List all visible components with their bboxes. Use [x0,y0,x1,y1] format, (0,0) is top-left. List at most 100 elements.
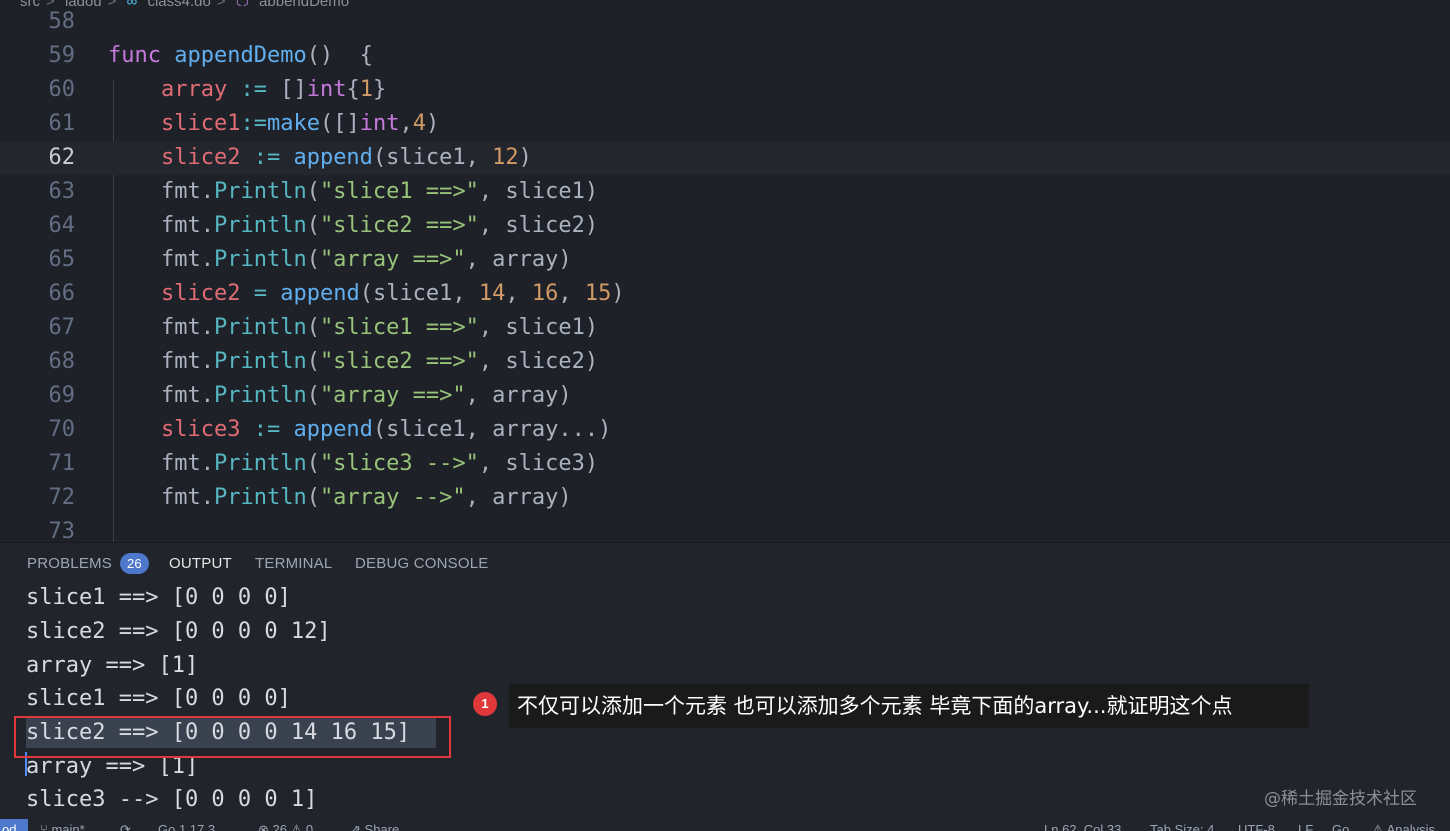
code-token: "slice2 ==>" [319,349,479,374]
code-token: = [240,281,281,306]
code-token: Println [213,247,307,272]
code-token: Println [213,451,307,476]
tab-terminal[interactable]: TERMINAL [255,543,332,585]
eol-status[interactable]: LF [1298,819,1313,831]
code-line[interactable]: 71 fmt.Println("slice3 -->", slice3) [0,447,1450,481]
code-token: := [240,111,267,136]
line-number: 73 [48,519,76,542]
code-token: ) [518,145,532,170]
code-text: slice2 := append(slice1, 12) [108,141,532,175]
watermark: @稀土掘金技术社区 [1264,789,1417,809]
code-token: "slice2 ==>" [319,213,479,238]
code-line[interactable]: 63 fmt.Println("slice1 ==>", slice1) [0,175,1450,209]
problems-status[interactable]: ⊗ 26 ⚠ 0 [258,819,313,831]
language-status[interactable]: Go [1332,819,1349,831]
code-text: array := []int{1} [108,73,386,107]
code-token: ( [306,213,320,238]
code-token: ( [306,315,320,340]
code-token: slice2 [160,281,241,306]
code-token: fmt. [108,213,214,238]
annotation-callout: 不仅可以添加一个元素 也可以添加多个元素 毕竟下面的array...就证明这个点 [509,684,1309,728]
code-token: fmt. [108,315,214,340]
code-text: func appendDemo() { [108,39,373,73]
branch-status[interactable]: ⑂ main* [40,819,85,831]
code-token: ) [611,281,625,306]
line-number: 63 [48,179,76,204]
code-token: := [240,417,294,442]
share-label: Share [364,822,400,831]
code-text: slice3 := append(slice1, array...) [108,413,611,447]
code-line[interactable]: 72 fmt.Println("array -->", array) [0,481,1450,515]
tab-output[interactable]: OUTPUT [169,543,232,585]
code-token: func [108,43,161,68]
code-token: slice2 [160,145,241,170]
line-number: 70 [48,417,76,442]
code-token: , [505,281,532,306]
code-line[interactable]: 61 slice1:=make([]int,4) [0,107,1450,141]
code-token: "array -->" [319,485,466,510]
code-token: 15 [584,281,612,306]
tab-size-status[interactable]: Tab Size: 4 [1150,819,1214,831]
code-editor[interactable]: 58 59 func appendDemo() {60 array := []int… [0,6,1450,542]
code-line[interactable]: 70 slice3 := append(slice1, array...) [0,413,1450,447]
code-text: fmt.Println("slice3 -->", slice3) [108,447,598,481]
tab-terminal-label: TERMINAL [255,555,333,572]
code-token: Println [213,213,307,238]
code-line[interactable]: 58 [0,6,1450,39]
analysis-label: Analysis [1386,822,1435,831]
code-text: fmt.Println("array -->", array) [108,481,572,515]
code-line[interactable]: 65 fmt.Println("array ==>", array) [0,243,1450,277]
code-line[interactable]: 68 fmt.Println("slice2 ==>", slice2) [0,345,1450,379]
code-token: , slice2) [478,213,599,238]
remote-indicator[interactable]: od [0,819,28,831]
code-token: , [558,281,585,306]
line-number: 69 [48,383,76,408]
code-line[interactable]: 62 slice2 := append(slice1, 12) [0,141,1450,175]
code-token: , slice3) [478,451,599,476]
code-token: , [399,111,413,136]
code-token: ( [306,247,320,272]
code-line[interactable]: 73 [0,515,1450,542]
code-token: (slice1, array...) [372,417,612,442]
annotation-highlight-box [14,716,451,758]
line-number: 60 [48,77,76,102]
code-token: ( [306,485,320,510]
code-token: ( [306,349,320,374]
tab-debug-console[interactable]: DEBUG CONSOLE [355,543,488,585]
code-text: slice1:=make([]int,4) [108,107,439,141]
encoding-status[interactable]: UTF-8 [1238,819,1275,831]
code-line[interactable]: 69 fmt.Println("array ==>", array) [0,379,1450,413]
code-token: { [346,77,360,102]
code-line[interactable]: 64 fmt.Println("slice2 ==>", slice2) [0,209,1450,243]
code-token: := [240,145,294,170]
line-number: 65 [48,247,76,272]
tab-problems[interactable]: PROBLEMS 26 [27,543,149,585]
share-status[interactable]: ⇗ Share [350,819,399,831]
code-token: fmt. [108,349,214,374]
line-number: 72 [48,485,76,510]
problems-count-badge: 26 [119,553,149,574]
analysis-status[interactable]: ⚠ Analysis [1372,819,1435,831]
code-line[interactable]: 59 func appendDemo() { [0,39,1450,73]
code-line[interactable]: 67 fmt.Println("slice1 ==>", slice1) [0,311,1450,345]
code-token: (slice1, [372,145,493,170]
code-line[interactable]: 66 slice2 = append(slice1, 14, 16, 15) [0,277,1450,311]
line-number: 58 [48,9,76,34]
code-line[interactable]: 60 array := []int{1} [0,73,1450,107]
output-line: array ==> [1] [26,653,199,678]
code-token: 4 [412,111,426,136]
code-token: Println [213,485,307,510]
code-token: , slice2) [478,349,599,374]
code-text: fmt.Println("slice1 ==>", slice1) [108,311,598,345]
output-line: slice2 ==> [0 0 0 0 12] [26,619,331,644]
code-token: := [227,77,281,102]
code-token: 12 [492,145,519,170]
line-number: 61 [48,111,76,136]
cursor-position-status[interactable]: Ln 62, Col 33 [1044,819,1121,831]
panel-tab-bar: PROBLEMS 26 OUTPUT TERMINAL DEBUG CONSOLE [0,542,1450,585]
sync-icon[interactable]: ⟳ [120,819,131,831]
go-version-status[interactable]: Go 1.17.3 [158,819,215,831]
line-number: 71 [48,451,76,476]
